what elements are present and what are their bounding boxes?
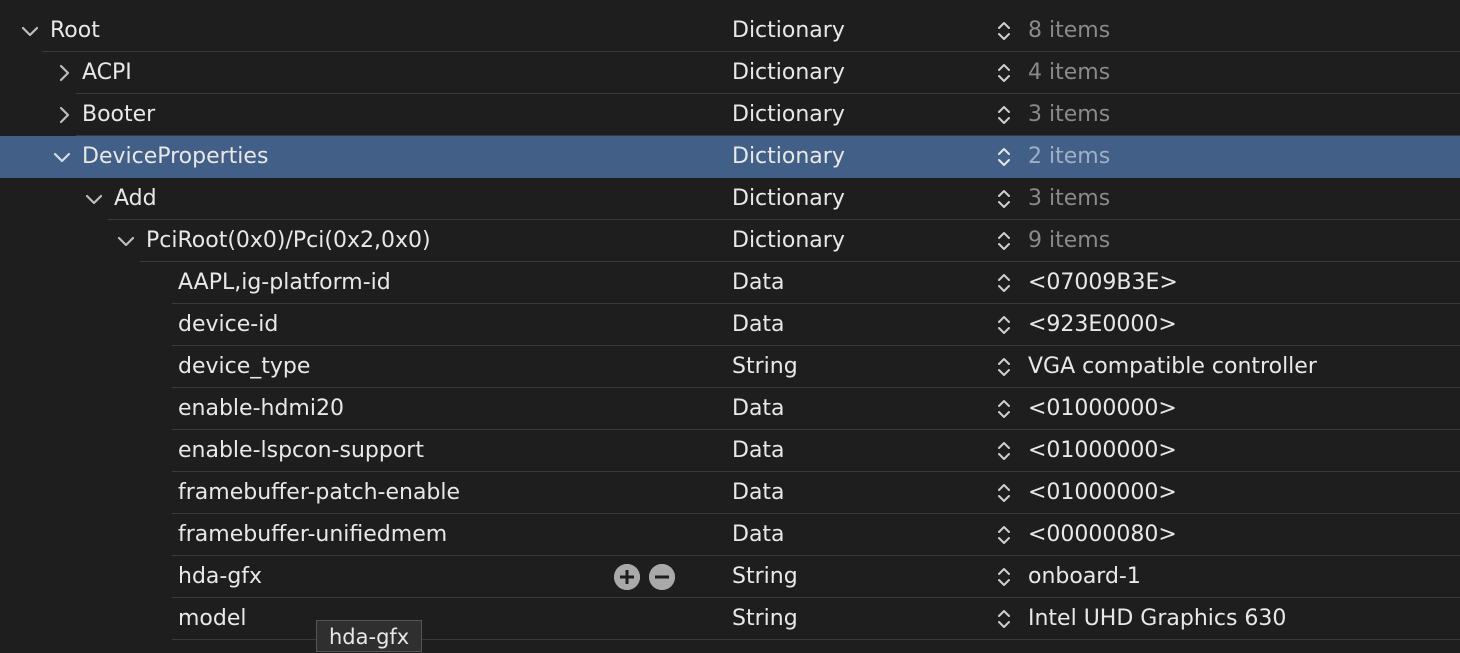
type-stepper-icon[interactable] bbox=[994, 523, 1014, 547]
value-field[interactable]: <01000000> bbox=[1028, 388, 1177, 430]
type-label[interactable]: Dictionary bbox=[732, 136, 845, 178]
value-label: 8 items bbox=[1028, 18, 1111, 43]
type-label[interactable]: Data bbox=[732, 304, 785, 346]
key-label[interactable]: ACPI bbox=[82, 52, 132, 94]
chevron-down-icon[interactable] bbox=[82, 187, 106, 211]
key-label[interactable]: Booter bbox=[82, 94, 155, 136]
type-stepper-icon[interactable] bbox=[994, 481, 1014, 505]
value-label: 3 items bbox=[1028, 102, 1111, 127]
type-stepper-icon[interactable] bbox=[994, 229, 1014, 253]
type-stepper-icon[interactable] bbox=[994, 103, 1014, 127]
type-stepper-icon[interactable] bbox=[994, 271, 1014, 295]
chevron-down-icon[interactable] bbox=[18, 19, 42, 43]
chevron-down-icon[interactable] bbox=[114, 229, 138, 253]
type-stepper-icon[interactable] bbox=[994, 439, 1014, 463]
key-label[interactable]: framebuffer-unifiedmem bbox=[178, 514, 447, 556]
key-label[interactable]: DeviceProperties bbox=[82, 136, 268, 178]
type-label[interactable]: Dictionary bbox=[732, 10, 845, 52]
key-label[interactable]: model bbox=[178, 598, 247, 640]
key-label[interactable]: device-id bbox=[178, 304, 278, 346]
value-field[interactable]: <07009B3E> bbox=[1028, 262, 1178, 304]
value-label: 9 items bbox=[1028, 228, 1111, 253]
type-label[interactable]: String bbox=[732, 556, 798, 598]
type-stepper-icon[interactable] bbox=[994, 397, 1014, 421]
row-add[interactable]: Add Dictionary 3 items bbox=[0, 178, 1460, 220]
type-label[interactable]: Data bbox=[732, 262, 785, 304]
type-label[interactable]: Dictionary bbox=[732, 94, 845, 136]
row-model[interactable]: model String Intel UHD Graphics 630 bbox=[0, 598, 1460, 640]
value-label: 3 items bbox=[1028, 186, 1111, 211]
remove-row-button[interactable] bbox=[649, 564, 675, 590]
value-label: 4 items bbox=[1028, 60, 1111, 85]
type-stepper-icon[interactable] bbox=[994, 313, 1014, 337]
type-label[interactable]: Dictionary bbox=[732, 220, 845, 262]
add-row-button[interactable] bbox=[614, 564, 640, 590]
key-label[interactable]: enable-hdmi20 bbox=[178, 388, 344, 430]
chevron-right-icon[interactable] bbox=[52, 103, 76, 127]
row-enable-hdmi20[interactable]: enable-hdmi20 Data <01000000> bbox=[0, 388, 1460, 430]
row-framebuffer-unifiedmem[interactable]: framebuffer-unifiedmem Data <00000080> bbox=[0, 514, 1460, 556]
chevron-down-icon[interactable] bbox=[50, 145, 74, 169]
row-pciroot[interactable]: PciRoot(0x0)/Pci(0x2,0x0) Dictionary 9 i… bbox=[0, 220, 1460, 262]
row-device-id[interactable]: device-id Data <923E0000> bbox=[0, 304, 1460, 346]
key-label[interactable]: Add bbox=[114, 178, 157, 220]
type-label[interactable]: Data bbox=[732, 514, 785, 556]
type-stepper-icon[interactable] bbox=[994, 565, 1014, 589]
type-label[interactable]: String bbox=[732, 346, 798, 388]
row-acpi[interactable]: ACPI Dictionary 4 items bbox=[0, 52, 1460, 94]
value-field[interactable]: Intel UHD Graphics 630 bbox=[1028, 598, 1286, 640]
type-label[interactable]: Dictionary bbox=[732, 178, 845, 220]
value-label: 2 items bbox=[1028, 144, 1111, 169]
row-enable-lspcon-support[interactable]: enable-lspcon-support Data <01000000> bbox=[0, 430, 1460, 472]
value-field[interactable]: <00000080> bbox=[1028, 514, 1177, 556]
row-hda-gfx[interactable]: hda-gfx String onboard-1 bbox=[0, 556, 1460, 598]
key-label[interactable]: Root bbox=[50, 10, 100, 52]
type-label[interactable]: String bbox=[732, 598, 798, 640]
type-label[interactable]: Data bbox=[732, 472, 785, 514]
type-stepper-icon[interactable] bbox=[994, 355, 1014, 379]
type-stepper-icon[interactable] bbox=[994, 61, 1014, 85]
tooltip: hda-gfx bbox=[316, 620, 423, 652]
type-stepper-icon[interactable] bbox=[994, 187, 1014, 211]
row-booter[interactable]: Booter Dictionary 3 items bbox=[0, 94, 1460, 136]
value-field[interactable]: <01000000> bbox=[1028, 472, 1177, 514]
key-label[interactable]: AAPL,ig-platform-id bbox=[178, 262, 391, 304]
type-stepper-icon[interactable] bbox=[994, 607, 1014, 631]
value-field[interactable]: <01000000> bbox=[1028, 430, 1177, 472]
key-label[interactable]: hda-gfx bbox=[178, 556, 262, 598]
key-label[interactable]: framebuffer-patch-enable bbox=[178, 472, 460, 514]
key-label[interactable]: PciRoot(0x0)/Pci(0x2,0x0) bbox=[146, 220, 431, 262]
type-label[interactable]: Data bbox=[732, 430, 785, 472]
row-root[interactable]: Root Dictionary 8 items bbox=[0, 10, 1460, 52]
type-stepper-icon[interactable] bbox=[994, 19, 1014, 43]
chevron-right-icon[interactable] bbox=[52, 61, 76, 85]
type-label[interactable]: Data bbox=[732, 388, 785, 430]
value-field[interactable]: <923E0000> bbox=[1028, 304, 1177, 346]
value-field[interactable]: VGA compatible controller bbox=[1028, 346, 1317, 388]
row-deviceproperties[interactable]: DeviceProperties Dictionary 2 items bbox=[0, 136, 1460, 178]
key-label[interactable]: enable-lspcon-support bbox=[178, 430, 424, 472]
row-device-type[interactable]: device_type String VGA compatible contro… bbox=[0, 346, 1460, 388]
value-field[interactable]: onboard-1 bbox=[1028, 556, 1141, 598]
type-stepper-icon[interactable] bbox=[994, 145, 1014, 169]
type-label[interactable]: Dictionary bbox=[732, 52, 845, 94]
row-framebuffer-patch-enable[interactable]: framebuffer-patch-enable Data <01000000> bbox=[0, 472, 1460, 514]
key-label[interactable]: device_type bbox=[178, 346, 310, 388]
row-aapl-ig-platform-id[interactable]: AAPL,ig-platform-id Data <07009B3E> bbox=[0, 262, 1460, 304]
